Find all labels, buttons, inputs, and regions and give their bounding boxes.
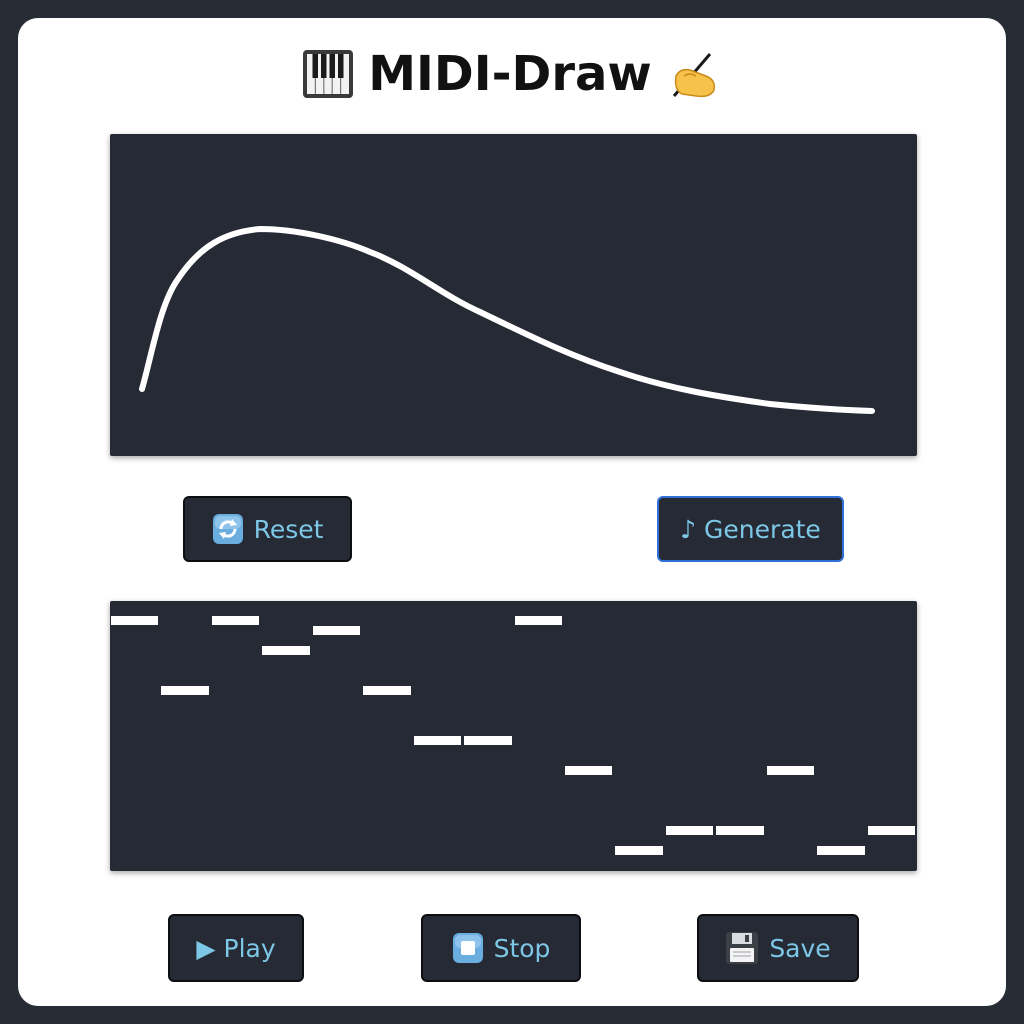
app-title-text: MIDI-Draw	[368, 46, 652, 102]
stop-label: Stop	[493, 933, 551, 963]
piano-roll-note	[413, 736, 462, 745]
reset-label: Reset	[253, 514, 324, 544]
piano-roll-note	[161, 686, 209, 695]
generate-label: ♪ Generate	[680, 514, 821, 544]
piano-roll	[110, 601, 917, 871]
save-button[interactable]: Save	[697, 914, 859, 982]
drawn-curve-layer	[139, 226, 875, 414]
piano-roll-note	[766, 766, 815, 775]
piano-roll-note	[262, 646, 310, 655]
drawing-canvas[interactable]	[110, 134, 917, 456]
piano-roll-note	[514, 616, 562, 625]
piano-roll-note	[716, 826, 764, 835]
piano-roll-note	[817, 846, 865, 855]
play-button[interactable]: ▶ Play	[168, 914, 304, 982]
piano-roll-note	[211, 616, 260, 625]
save-label: Save	[769, 933, 831, 963]
floppy-disk-icon	[726, 932, 759, 964]
play-label: ▶ Play	[196, 933, 276, 963]
piano-roll-note	[111, 616, 159, 625]
piano-roll-note	[564, 766, 613, 775]
stop-button[interactable]: Stop	[421, 914, 581, 982]
drawn-curve	[139, 226, 875, 414]
piano-keys-icon	[303, 50, 354, 98]
reset-button[interactable]: Reset	[183, 496, 352, 562]
piano-roll-note	[464, 736, 512, 745]
writing-hand-icon	[672, 53, 715, 98]
piano-roll-note	[615, 846, 663, 855]
piano-roll-note	[665, 826, 714, 835]
piano-roll-note	[363, 686, 411, 695]
generate-button[interactable]: ♪ Generate	[657, 496, 844, 562]
piano-roll-note	[867, 826, 915, 835]
piano-roll-note	[312, 626, 361, 635]
stop-square-icon	[452, 933, 483, 963]
reset-cycle-icon	[212, 514, 243, 544]
page-title: MIDI-Draw	[0, 40, 1024, 108]
